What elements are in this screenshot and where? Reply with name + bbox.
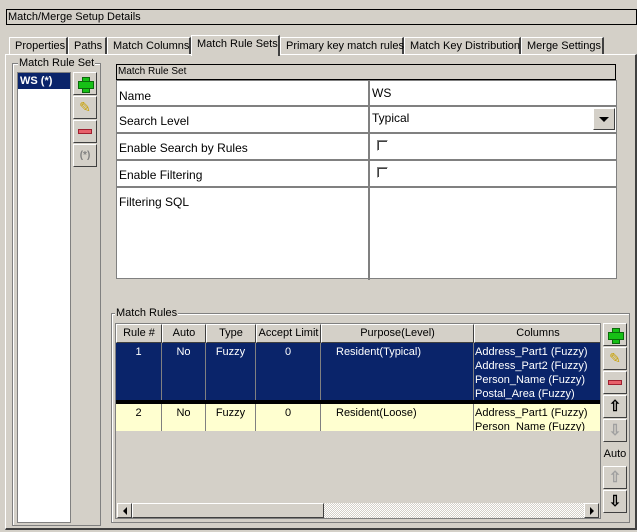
scroll-thumb[interactable] bbox=[132, 503, 324, 518]
auto-down-button[interactable]: ⇩ bbox=[603, 490, 627, 513]
enable-filtering-row: Enable Filtering bbox=[117, 161, 616, 188]
move-rule-up-button[interactable]: ⇧ bbox=[603, 395, 627, 418]
column-entry: Address_Part1 (Fuzzy) bbox=[475, 407, 588, 419]
columns-cell: Address_Part1 (Fuzzy) Person_Name (Fuzzy… bbox=[474, 404, 600, 431]
column-header-accept-limit[interactable]: Accept Limit bbox=[256, 324, 321, 343]
filtering-sql-field[interactable] bbox=[368, 188, 616, 280]
auto-up-button[interactable]: ⇧ bbox=[603, 466, 627, 489]
table-row[interactable]: 1 No Fuzzy 0 Resident(Typical) Address_P… bbox=[116, 343, 600, 400]
tab-match-rule-sets[interactable]: Match Rule Sets bbox=[191, 35, 280, 56]
tab-paths[interactable]: Paths bbox=[68, 37, 107, 55]
column-header-type[interactable]: Type bbox=[206, 324, 256, 343]
column-entry: Address_Part2 (Fuzzy) bbox=[475, 360, 588, 372]
purpose-cell: Resident(Loose) bbox=[321, 404, 474, 431]
column-header-auto[interactable]: Auto bbox=[162, 324, 206, 343]
arrow-up-icon: ⇧ bbox=[608, 398, 622, 415]
enable-filtering-checkbox[interactable] bbox=[377, 167, 388, 178]
horizontal-scrollbar[interactable] bbox=[117, 503, 599, 518]
column-header-rule[interactable]: Rule # bbox=[116, 324, 162, 343]
pencil-icon: ✎ bbox=[609, 350, 621, 366]
tab-match-key-distribution[interactable]: Match Key Distribution bbox=[404, 37, 521, 55]
match-rules-table: Rule # Auto Type Accept Limit Purpose(Le… bbox=[115, 323, 601, 519]
column-header-purpose[interactable]: Purpose(Level) bbox=[321, 324, 474, 343]
enable-search-by-rules-checkbox[interactable] bbox=[377, 140, 388, 151]
enable-search-by-rules-cell bbox=[368, 134, 616, 159]
move-rule-down-button[interactable]: ⇩ bbox=[603, 419, 627, 442]
purpose-cell: Resident(Typical) bbox=[321, 343, 474, 400]
rule-number-cell: 1 bbox=[116, 343, 162, 400]
rule-set-header: Match Rule Set bbox=[116, 64, 616, 80]
enable-search-by-rules-row: Enable Search by Rules bbox=[117, 134, 616, 161]
enable-filtering-label: Enable Filtering bbox=[119, 168, 203, 182]
default-icon: (*) bbox=[79, 150, 91, 161]
arrow-up-icon: ⇧ bbox=[608, 469, 622, 486]
match-rules-group-label: Match Rules bbox=[115, 307, 179, 319]
enable-filtering-cell bbox=[368, 161, 616, 186]
auto-cell: No bbox=[162, 404, 206, 431]
accept-limit-cell: 0 bbox=[256, 343, 321, 400]
arrow-down-icon: ⇩ bbox=[608, 493, 622, 510]
auto-label: Auto bbox=[603, 448, 627, 460]
window-title: Match/Merge Setup Details bbox=[6, 9, 637, 25]
arrow-right-icon bbox=[589, 506, 594, 515]
search-level-value: Typical bbox=[372, 111, 410, 125]
pencil-icon: ✎ bbox=[79, 99, 91, 115]
type-cell: Fuzzy bbox=[206, 343, 256, 400]
tab-merge-settings[interactable]: Merge Settings bbox=[521, 37, 604, 55]
auto-cell: No bbox=[162, 343, 206, 400]
column-entry: Address_Part1 (Fuzzy) bbox=[475, 346, 588, 358]
name-field[interactable]: WS bbox=[368, 81, 616, 105]
name-label: Name bbox=[119, 89, 152, 103]
rule-set-item[interactable]: WS (*) bbox=[18, 73, 70, 89]
column-header-columns[interactable]: Columns bbox=[474, 324, 600, 343]
search-level-dropdown-button[interactable] bbox=[593, 108, 615, 130]
name-row: Name WS bbox=[117, 81, 616, 107]
search-level-label: Search Level bbox=[119, 114, 190, 128]
columns-cell: Address_Part1 (Fuzzy) Address_Part2 (Fuz… bbox=[474, 343, 600, 400]
rule-set-list[interactable]: WS (*) bbox=[17, 72, 71, 523]
remove-icon bbox=[608, 380, 622, 385]
column-entry: Person_Name (Fuzzy) bbox=[475, 374, 586, 386]
rule-number-cell: 2 bbox=[116, 404, 162, 431]
edit-rule-button[interactable]: ✎ bbox=[603, 347, 627, 370]
column-entry: Postal_Area (Fuzzy) bbox=[475, 388, 575, 400]
remove-icon bbox=[78, 129, 92, 134]
add-icon bbox=[78, 76, 94, 93]
edit-rule-set-button[interactable]: ✎ bbox=[73, 96, 97, 119]
accept-limit-cell: 0 bbox=[256, 404, 321, 431]
column-entry: Person_Name (Fuzzy) bbox=[475, 421, 586, 431]
tab-properties[interactable]: Properties bbox=[9, 37, 68, 55]
add-rule-set-button[interactable] bbox=[73, 72, 97, 95]
rule-set-properties: Name WS Search Level Typical Enable Sear… bbox=[116, 80, 617, 280]
remove-rule-set-button[interactable] bbox=[73, 120, 97, 143]
add-rule-button[interactable] bbox=[603, 323, 627, 346]
tab-match-columns[interactable]: Match Columns bbox=[107, 37, 191, 55]
chevron-down-icon bbox=[599, 116, 609, 122]
match-rule-set-group-label: Match Rule Set bbox=[18, 57, 96, 69]
arrow-left-icon bbox=[122, 506, 127, 515]
remove-rule-button[interactable] bbox=[603, 371, 627, 394]
table-row[interactable]: 2 No Fuzzy 0 Resident(Loose) Address_Par… bbox=[116, 404, 600, 431]
tab-primary-key-match-rules[interactable]: Primary key match rules bbox=[280, 37, 404, 55]
type-cell: Fuzzy bbox=[206, 404, 256, 431]
enable-search-by-rules-label: Enable Search by Rules bbox=[119, 141, 248, 155]
scroll-left-button[interactable] bbox=[117, 503, 132, 518]
search-level-select[interactable]: Typical bbox=[368, 107, 616, 132]
search-level-row: Search Level Typical bbox=[117, 107, 616, 134]
set-default-button[interactable]: (*) bbox=[73, 144, 97, 167]
filtering-sql-row: Filtering SQL bbox=[117, 188, 616, 280]
arrow-down-icon: ⇩ bbox=[608, 422, 622, 439]
filtering-sql-label: Filtering SQL bbox=[119, 195, 190, 209]
add-icon bbox=[608, 327, 624, 344]
scroll-right-button[interactable] bbox=[584, 503, 599, 518]
